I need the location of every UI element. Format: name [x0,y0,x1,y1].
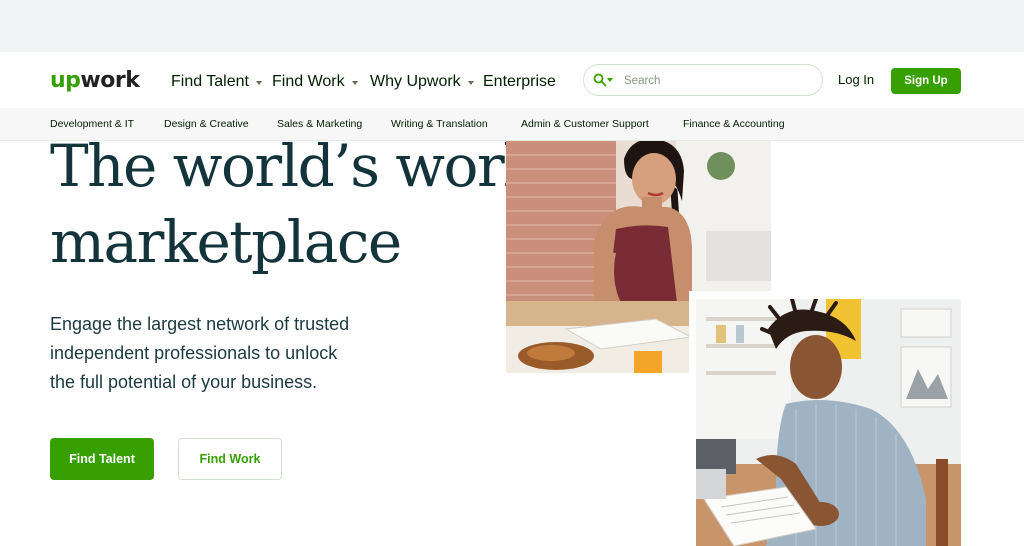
nav-enterprise-label: Enterprise [483,73,556,90]
chevron-down-icon [255,81,262,85]
hero-subtitle-line3: the full potential of your business. [50,372,318,392]
nav-find-work[interactable]: Find Work [272,73,358,91]
nav-find-talent-label: Find Talent [171,73,249,90]
nav-enterprise[interactable]: Enterprise [483,73,556,91]
nav-why-upwork[interactable]: Why Upwork [370,73,474,91]
hero-photo-man [689,291,961,546]
hero-subtitle-line1: Engage the largest network of trusted [50,314,350,334]
signup-button[interactable]: Sign Up [891,68,961,94]
login-link[interactable]: Log In [838,72,874,87]
logo-up-text: up [50,67,81,93]
find-work-button[interactable]: Find Work [178,438,282,480]
nav-find-talent[interactable]: Find Talent [171,73,262,91]
category-finance-accounting[interactable]: Finance & Accounting [683,118,785,130]
search-icon[interactable] [593,73,607,87]
hero-title-line1: The world’s work [50,132,538,200]
search-bar [583,64,823,96]
hero-subtitle: Engage the largest network of trusted in… [50,310,430,397]
hero-title-line2: marketplace [50,208,402,276]
nav-why-upwork-label: Why Upwork [370,73,461,90]
search-input[interactable] [624,71,814,91]
nav-find-work-label: Find Work [272,73,345,90]
find-talent-button[interactable]: Find Talent [50,438,154,480]
hero-title: The world’s work marketplace [50,128,538,280]
site-header: upwork Find Talent Find Work Why Upwork … [0,52,1024,108]
chevron-down-icon [351,81,358,85]
hero-subtitle-line2: independent professionals to unlock [50,343,338,363]
chevron-down-icon [467,81,474,85]
logo-work-text: work [80,67,140,93]
upwork-logo[interactable]: upwork [50,65,140,95]
category-admin-support[interactable]: Admin & Customer Support [521,118,649,130]
search-type-chevron-down-icon[interactable] [607,78,613,82]
browser-top-strip [0,0,1024,52]
